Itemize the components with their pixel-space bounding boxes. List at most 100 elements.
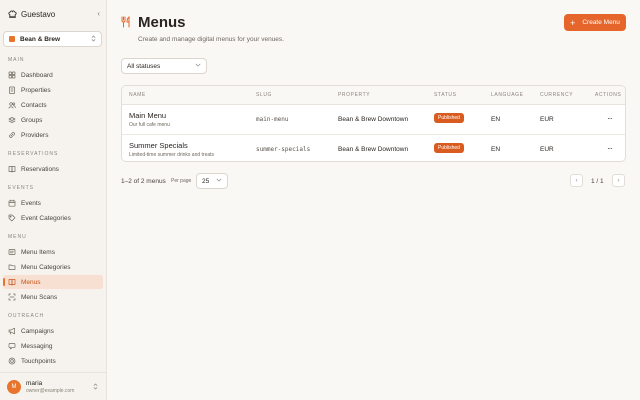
- sidebar-item-contacts[interactable]: Contacts: [3, 98, 103, 112]
- scan-icon: [8, 293, 16, 301]
- avatar: M: [7, 379, 21, 394]
- folder-icon: [8, 263, 16, 271]
- create-menu-button[interactable]: + Create Menu: [564, 14, 626, 31]
- status-filter-value: All statuses: [127, 62, 161, 70]
- menu-property: Bean & Brew Downtown: [338, 116, 409, 123]
- menu-name: Summer Specials: [129, 141, 188, 150]
- tag-icon: [8, 214, 16, 222]
- sidebar-item-groups[interactable]: Groups: [3, 113, 103, 127]
- chevron-down-icon: [195, 63, 201, 69]
- megaphone-icon: [8, 327, 16, 335]
- column-header-property: PROPERTY: [338, 92, 371, 98]
- sidebar-item-properties[interactable]: Properties: [3, 83, 103, 97]
- status-badge: Published: [434, 143, 464, 153]
- sidebar-section-events: EVENTS: [8, 185, 35, 191]
- target-icon: [8, 357, 16, 365]
- sidebar-item-label: Event Categories: [21, 214, 71, 222]
- menu-property: Bean & Brew Downtown: [338, 146, 409, 153]
- sidebar-item-label: Dashboard: [21, 71, 53, 79]
- sidebar-item-label: Properties: [21, 86, 51, 94]
- sidebar-item-label: Menu Items: [21, 248, 55, 256]
- menu-language: EN: [491, 146, 501, 153]
- per-page-select[interactable]: 25: [196, 173, 228, 189]
- create-menu-label: Create Menu: [582, 19, 620, 26]
- results-count: 1–2 of 2 menus: [121, 178, 166, 185]
- sidebar-item-campaigns[interactable]: Campaigns: [3, 324, 103, 338]
- menu-name-cell: Main Menu Our full cafe menu: [129, 111, 170, 128]
- more-actions-icon[interactable]: ···: [607, 144, 613, 153]
- users-icon: [8, 101, 16, 109]
- status-filter[interactable]: All statuses: [121, 58, 207, 74]
- user-menu[interactable]: M maria owner@example.com: [0, 372, 107, 400]
- sidebar-item-label: Touchpoints: [21, 357, 56, 365]
- sidebar-item-reservations[interactable]: Reservations: [3, 162, 103, 176]
- building-icon: [8, 86, 16, 94]
- per-page-label: Per page: [171, 178, 192, 184]
- collapse-sidebar-icon[interactable]: ‹: [97, 9, 100, 18]
- calendar-icon: [8, 199, 16, 207]
- sidebar-item-menu-scans[interactable]: Menu Scans: [3, 290, 103, 304]
- sidebar-section-main: MAIN: [8, 57, 25, 63]
- sidebar-item-events[interactable]: Events: [3, 196, 103, 210]
- menu-currency: EUR: [540, 146, 554, 153]
- user-email: owner@example.com: [26, 387, 75, 394]
- group-icon: [8, 116, 16, 124]
- message-icon: [8, 342, 16, 350]
- venue-name: Bean & Brew: [20, 35, 61, 43]
- column-header-currency: CURRENCY: [540, 92, 574, 98]
- sidebar-item-dashboard[interactable]: Dashboard: [3, 68, 103, 82]
- chevron-updown-icon: [91, 35, 96, 44]
- list-icon: [8, 248, 16, 256]
- page-subtitle: Create and manage digital menus for your…: [138, 36, 284, 43]
- column-header-name: NAME: [129, 92, 146, 98]
- sidebar-item-label: Reservations: [21, 165, 59, 173]
- per-page-value: 25: [202, 177, 210, 185]
- sidebar-item-label: Menu Scans: [21, 293, 58, 301]
- more-actions-icon[interactable]: ···: [607, 114, 613, 123]
- column-header-status: STATUS: [434, 92, 457, 98]
- menu-language: EN: [491, 116, 501, 123]
- chevron-down-icon: [216, 178, 222, 184]
- app-name: Guestavo: [21, 9, 56, 19]
- sidebar-item-label: Menu Categories: [21, 263, 71, 271]
- prev-page-button[interactable]: ‹: [570, 174, 583, 187]
- menus-table: NAME SLUG PROPERTY STATUS LANGUAGE CURRE…: [121, 85, 626, 162]
- book-icon: [8, 165, 16, 173]
- sidebar-item-label: Messaging: [21, 342, 53, 350]
- sidebar-item-label: Groups: [21, 116, 43, 124]
- user-name: maria: [26, 379, 43, 387]
- chef-hat-icon: [8, 10, 17, 19]
- user-info: maria owner@example.com: [26, 380, 74, 394]
- menu-slug: main-menu: [256, 116, 289, 123]
- sidebar-item-menus[interactable]: Menus: [3, 275, 103, 289]
- brand: Guestavo ‹: [8, 8, 100, 20]
- sidebar-section-reservations: RESERVATIONS: [8, 151, 59, 157]
- sidebar-item-menu-items[interactable]: Menu Items: [3, 245, 103, 259]
- plus-icon: +: [570, 17, 576, 28]
- venue-icon: [9, 36, 15, 42]
- venue-switcher[interactable]: Bean & Brew: [3, 31, 102, 47]
- menu-name: Main Menu: [129, 111, 167, 120]
- sidebar-item-touchpoints[interactable]: Touchpoints: [3, 354, 103, 368]
- sidebar-item-label: Providers: [21, 131, 49, 139]
- sidebar-item-providers[interactable]: Providers: [3, 128, 103, 142]
- sidebar: Guestavo ‹ Bean & Brew MAIN Dashboard Prop…: [0, 0, 107, 400]
- chevron-right-icon: ›: [617, 177, 620, 184]
- page-info: 1 / 1: [591, 178, 604, 185]
- sidebar-item-label: Contacts: [21, 101, 47, 109]
- sidebar-item-label: Campaigns: [21, 327, 54, 335]
- table-row[interactable]: Main Menu Our full cafe menu main-menu B…: [122, 105, 625, 134]
- sidebar-section-menu: MENU: [8, 234, 27, 240]
- book-open-icon: [8, 278, 16, 286]
- column-header-slug: SLUG: [256, 92, 273, 98]
- sidebar-item-menu-categories[interactable]: Menu Categories: [3, 260, 103, 274]
- status-badge: Published: [434, 113, 464, 123]
- table-row[interactable]: Summer Specials Limited-time summer drin…: [122, 134, 625, 161]
- chevron-left-icon: ‹: [575, 177, 578, 184]
- sidebar-item-event-categories[interactable]: Event Categories: [3, 211, 103, 225]
- sidebar-item-messaging[interactable]: Messaging: [3, 339, 103, 353]
- next-page-button[interactable]: ›: [612, 174, 625, 187]
- sidebar-item-label: Menus: [21, 278, 41, 286]
- page-title: Menus: [138, 14, 186, 31]
- grid-icon: [8, 71, 16, 79]
